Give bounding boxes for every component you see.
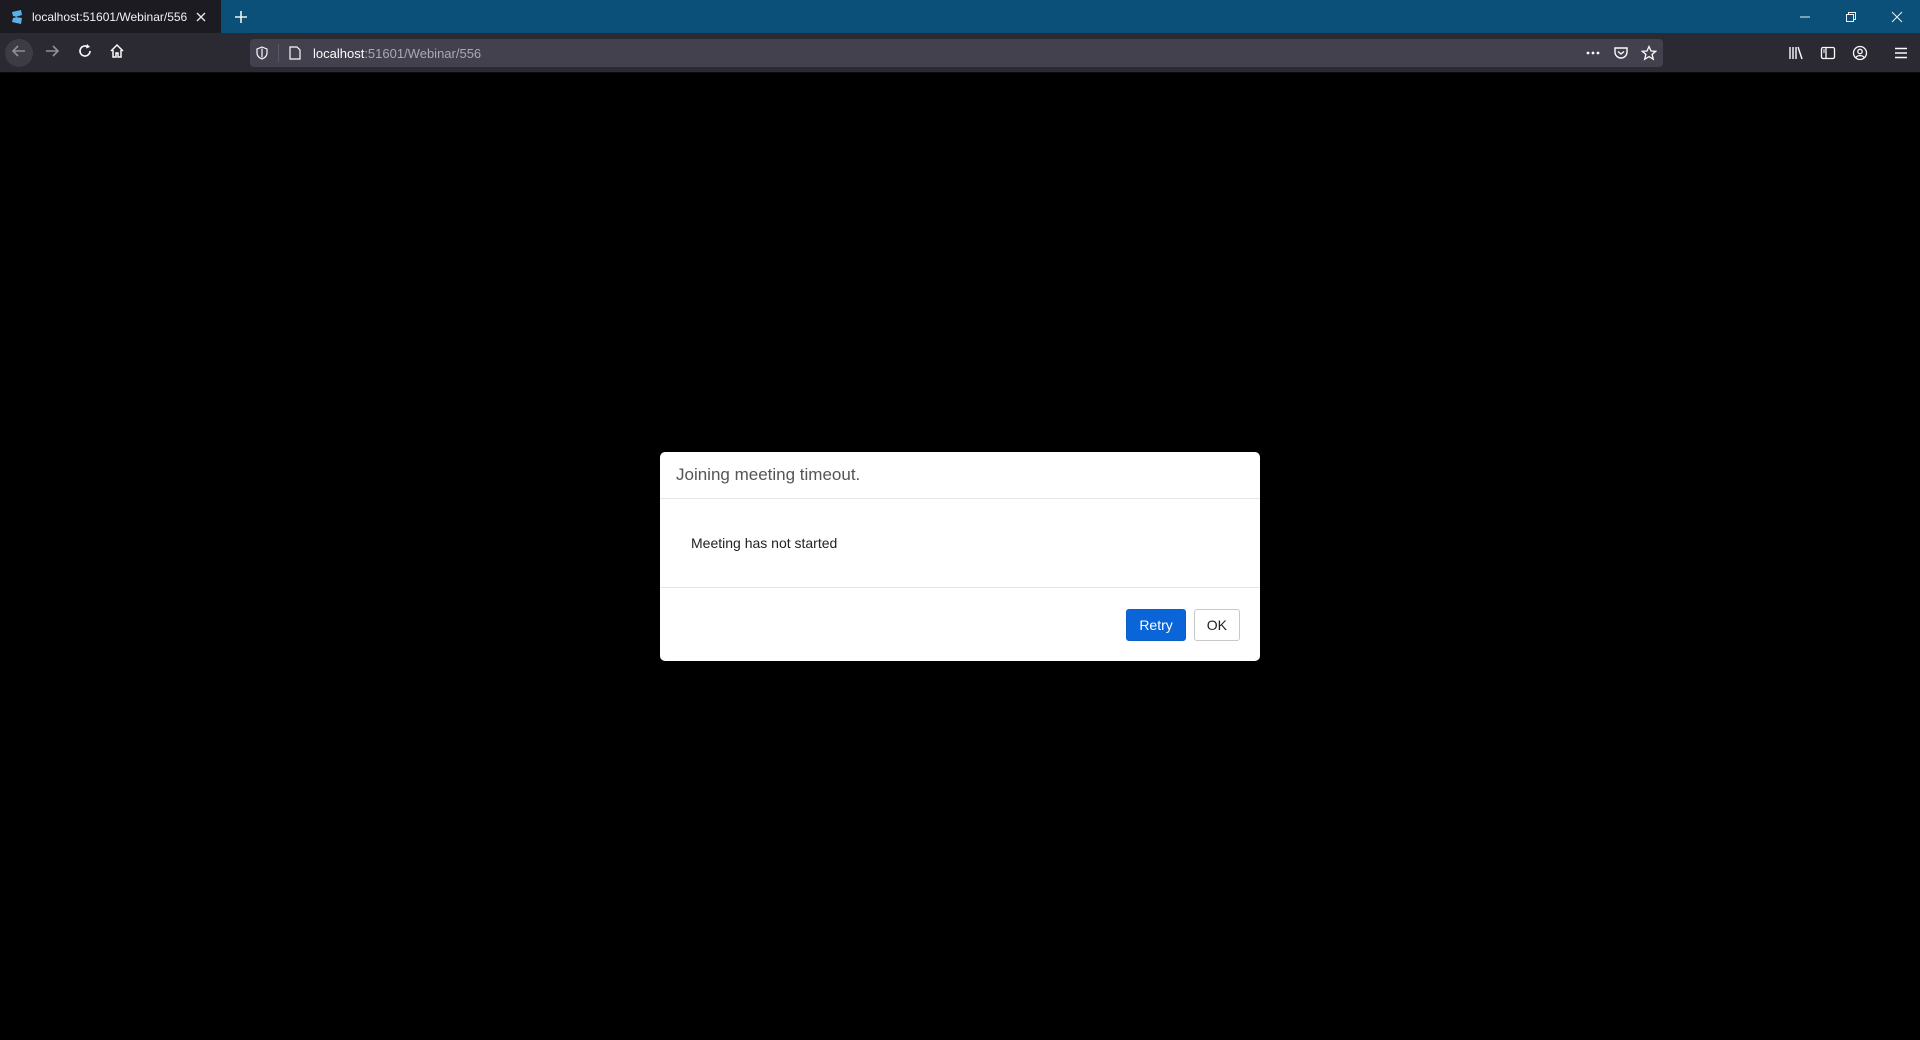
new-tab-icon[interactable] (228, 4, 254, 30)
dialog-message: Meeting has not started (691, 535, 838, 551)
shield-icon[interactable] (250, 39, 274, 67)
tab-title: localhost:51601/Webinar/556 (32, 9, 188, 24)
app-favicon-icon (9, 9, 25, 25)
close-window-icon[interactable] (1874, 0, 1920, 33)
address-bar[interactable]: localhost:51601/Webinar/556 (250, 39, 1663, 67)
page-icon[interactable] (283, 39, 307, 67)
sidebar-icon[interactable] (1813, 39, 1843, 67)
navigation-toolbar: localhost:51601/Webinar/556 (0, 33, 1920, 73)
arrow-right-icon (44, 43, 60, 64)
back-button[interactable] (5, 39, 33, 67)
page-actions-icon[interactable] (1579, 39, 1607, 67)
dialog-title: Joining meeting timeout. (676, 465, 861, 484)
restore-icon[interactable] (1828, 0, 1874, 33)
forward-button[interactable] (37, 39, 67, 67)
account-icon[interactable] (1845, 39, 1875, 67)
tab-close-icon[interactable] (189, 5, 213, 29)
minimize-icon[interactable] (1782, 0, 1828, 33)
tab-active[interactable]: localhost:51601/Webinar/556 (0, 0, 221, 33)
reload-button[interactable] (70, 39, 100, 67)
pocket-icon[interactable] (1607, 39, 1635, 67)
retry-button[interactable]: Retry (1126, 608, 1186, 641)
home-icon (109, 43, 125, 64)
timeout-dialog: Joining meeting timeout. Meeting has not… (660, 452, 1260, 661)
url-text[interactable]: localhost:51601/Webinar/556 (313, 46, 1579, 61)
home-button[interactable] (102, 39, 132, 67)
ok-button[interactable]: OK (1193, 608, 1240, 641)
url-host: localhost (313, 45, 365, 61)
url-path: :51601/Webinar/556 (364, 45, 482, 61)
url-separator (278, 44, 279, 62)
dialog-body: Meeting has not started (660, 499, 1260, 588)
tab-strip: localhost:51601/Webinar/556 (0, 0, 1920, 33)
dialog-header: Joining meeting timeout. (660, 452, 1260, 499)
dialog-footer: Retry OK (660, 588, 1260, 661)
reload-icon (77, 43, 93, 64)
library-icon[interactable] (1781, 39, 1811, 67)
menu-icon[interactable] (1886, 39, 1916, 67)
arrow-left-icon (11, 43, 27, 64)
bookmark-star-icon[interactable] (1635, 39, 1663, 67)
